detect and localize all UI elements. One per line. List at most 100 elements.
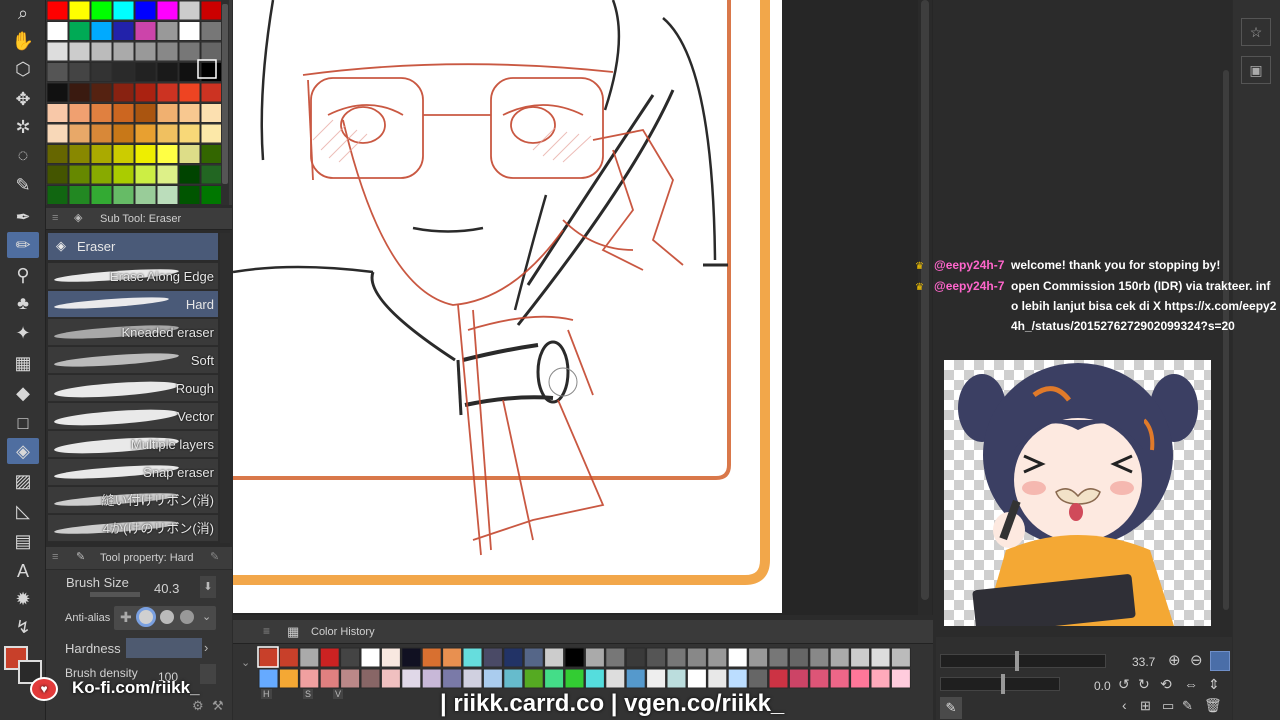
aa-weak-icon[interactable]: [136, 607, 156, 627]
scrollbar-thumb[interactable]: [1223, 70, 1229, 610]
brush-size-value[interactable]: 40.3: [154, 581, 179, 596]
flip-vertical-icon[interactable]: ⇕: [1208, 676, 1220, 693]
brush-list-scrollbar[interactable]: [220, 233, 230, 543]
zoom-icon[interactable]: ⌕: [7, 0, 39, 26]
hand-icon[interactable]: ✋: [7, 28, 39, 54]
move-icon[interactable]: ✥: [7, 86, 39, 112]
brush-item[interactable]: Snap eraser: [48, 459, 218, 486]
3d-object-icon[interactable]: ⬡: [7, 56, 39, 82]
panel-menu-icon[interactable]: ≡: [263, 624, 270, 638]
decoration-icon[interactable]: ✦: [7, 320, 39, 346]
frame-icon[interactable]: ▤: [7, 528, 39, 554]
panel-menu-icon[interactable]: ≡: [52, 212, 58, 224]
correct-line-icon[interactable]: ↯: [7, 614, 39, 640]
pen-icon[interactable]: ✒: [7, 204, 39, 230]
history-color-cell: [421, 647, 442, 668]
chevron-down-icon[interactable]: ⌄: [241, 656, 250, 669]
palette-color-cell: [68, 144, 91, 164]
anti-alias-label: Anti-alias: [65, 612, 111, 624]
rotate-left-icon[interactable]: ↺: [1118, 676, 1130, 693]
blend-icon[interactable]: ▨: [7, 468, 39, 494]
pencil-icon[interactable]: ✏: [7, 232, 39, 258]
history-color-cell: [299, 668, 320, 689]
saturation-tab[interactable]: S: [303, 689, 314, 699]
brush-item[interactable]: 縫い付けリボン(消): [48, 487, 218, 514]
brush-size-label: Brush Size: [66, 575, 129, 590]
zoom-in-icon[interactable]: ⊕: [1168, 651, 1181, 669]
brush-item[interactable]: Soft: [48, 347, 218, 374]
rotate-slider[interactable]: [940, 674, 1060, 694]
layer-property-icon[interactable]: ▣: [1241, 56, 1271, 84]
brush-item[interactable]: Vector: [48, 403, 218, 430]
history-color-cell: [299, 647, 320, 668]
brush-item[interactable]: Hard: [48, 291, 218, 318]
panel-menu-icon[interactable]: ≡: [52, 551, 58, 563]
lasso-icon[interactable]: ◌: [7, 142, 39, 168]
color-set-grid[interactable]: [46, 0, 232, 205]
delete-icon[interactable]: 🗑: [1204, 697, 1222, 714]
value-tab[interactable]: V: [333, 689, 344, 699]
hue-tab[interactable]: H: [261, 689, 272, 699]
zoom-out-icon[interactable]: ⊖: [1190, 651, 1203, 669]
rotate-value[interactable]: 0.0: [1094, 679, 1111, 693]
wrench-icon[interactable]: ✎: [210, 550, 219, 563]
chevron-left-icon[interactable]: ‹: [1122, 697, 1127, 713]
auto-select-icon[interactable]: ✲: [7, 114, 39, 140]
chevron-down-icon[interactable]: ⌄: [202, 610, 211, 623]
aa-none-icon[interactable]: ✚: [120, 609, 132, 626]
history-color-cell: [564, 668, 585, 689]
fit-icon[interactable]: [1210, 651, 1230, 671]
aa-strong-icon[interactable]: [180, 610, 194, 624]
brush-item[interactable]: Rough: [48, 375, 218, 402]
figure-icon[interactable]: □: [7, 410, 39, 436]
anti-alias-selector[interactable]: ✚ ⌄: [114, 606, 216, 630]
ruler-icon[interactable]: ▦: [7, 350, 39, 376]
text-icon[interactable]: A: [7, 558, 39, 584]
palette-color-cell: [200, 41, 223, 62]
drawing-canvas[interactable]: [233, 0, 782, 613]
history-color-cell: [584, 668, 605, 689]
subtool-group-eraser[interactable]: ◈ Eraser: [48, 233, 218, 260]
gradient-icon[interactable]: ◺: [7, 498, 39, 524]
palette-color-cell: [178, 103, 201, 123]
history-color-cell: [584, 647, 605, 668]
fill-icon[interactable]: ◆: [7, 380, 39, 406]
rotate-right-icon[interactable]: ↻: [1138, 676, 1150, 693]
kofi-text: Ko-fi.com/riikk_: [72, 678, 200, 697]
chat-username: @eepy24h-7: [934, 279, 1005, 293]
zoom-value[interactable]: 33.7: [1132, 655, 1155, 669]
brush-item[interactable]: 4か(けのリボン(消): [48, 515, 218, 542]
reset-rotate-icon[interactable]: ⟲: [1160, 676, 1172, 693]
chevron-right-icon[interactable]: ›: [204, 640, 208, 655]
history-color-cell: [646, 668, 667, 689]
edit-icon[interactable]: ✎: [1182, 698, 1193, 714]
scrollbar-thumb[interactable]: [921, 0, 929, 600]
eyedropper-icon[interactable]: ✎: [7, 172, 39, 198]
zoom-slider-handle[interactable]: [1015, 651, 1019, 671]
palette-color-cell: [46, 164, 69, 185]
eyedropper-icon[interactable]: ✎: [940, 697, 962, 719]
flip-horizontal-icon[interactable]: ⇔: [1184, 676, 1198, 692]
brush-size-dropdown[interactable]: ⬇: [200, 576, 216, 598]
new-layer-icon[interactable]: ⊞: [1140, 698, 1151, 714]
brush-size-slider[interactable]: [90, 592, 140, 597]
brush-item[interactable]: Kneaded eraser: [48, 319, 218, 346]
zoom-slider[interactable]: [940, 651, 1106, 671]
chat-username: @eepy24h-7: [934, 258, 1005, 272]
brush-item[interactable]: Erase Along Edge: [48, 263, 218, 290]
history-color-cell: [707, 647, 728, 668]
brush-item[interactable]: Multiple layers: [48, 431, 218, 458]
palette-color-cell: [134, 103, 157, 123]
hardness-slider[interactable]: [126, 638, 202, 658]
folder-icon[interactable]: ▭: [1162, 698, 1174, 714]
aa-mid-icon[interactable]: [160, 610, 174, 624]
rotate-slider-handle[interactable]: [1001, 674, 1005, 694]
brush-icon[interactable]: ⚲: [7, 262, 39, 288]
palette-color-cell: [112, 41, 135, 62]
airbrush-icon[interactable]: ♣: [7, 290, 39, 316]
eraser-icon[interactable]: ◈: [7, 438, 39, 464]
balloon-icon[interactable]: ✹: [7, 586, 39, 612]
canvas-vertical-scrollbar[interactable]: [918, 0, 932, 615]
history-color-cell: [421, 668, 442, 689]
material-icon[interactable]: ☆: [1241, 18, 1271, 46]
